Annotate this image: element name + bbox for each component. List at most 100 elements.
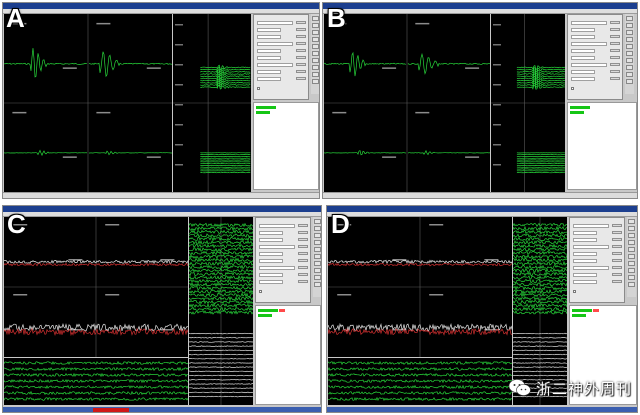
parameter-button[interactable]	[296, 77, 306, 80]
selected-channel-row[interactable]	[258, 314, 272, 317]
parameter-field[interactable]	[259, 224, 295, 228]
parameter-button[interactable]	[610, 56, 620, 59]
parameter-field[interactable]	[259, 231, 283, 235]
panel-b-button-column[interactable]	[625, 14, 634, 94]
parameter-field[interactable]	[259, 273, 283, 277]
toolbar-button[interactable]	[628, 261, 635, 266]
parameter-button[interactable]	[610, 28, 620, 31]
panel-a-button-column[interactable]	[311, 14, 319, 94]
parameter-field[interactable]	[571, 56, 595, 60]
parameter-field[interactable]	[573, 266, 609, 270]
parameter-field[interactable]	[571, 35, 595, 39]
parameter-field[interactable]	[257, 77, 281, 81]
parameter-field[interactable]	[259, 252, 283, 256]
parameter-field[interactable]	[571, 49, 595, 53]
selected-channel-row[interactable]	[572, 314, 586, 317]
toolbar-button[interactable]	[626, 51, 633, 56]
toolbar-button[interactable]	[626, 44, 633, 49]
parameter-field[interactable]	[257, 42, 293, 46]
parameter-field[interactable]	[573, 224, 609, 228]
toolbar-button[interactable]	[312, 37, 319, 42]
toolbar-button[interactable]	[628, 282, 635, 287]
parameter-button[interactable]	[296, 42, 306, 45]
toolbar-button[interactable]	[628, 240, 635, 245]
panel-b-control-panel[interactable]	[567, 14, 623, 100]
toolbar-button[interactable]	[628, 226, 635, 231]
parameter-button[interactable]	[296, 70, 306, 73]
parameter-field[interactable]	[573, 252, 597, 256]
parameter-button[interactable]	[296, 56, 306, 59]
parameter-field[interactable]	[573, 231, 597, 235]
parameter-button[interactable]	[610, 77, 620, 80]
parameter-button[interactable]	[612, 231, 622, 234]
parameter-button[interactable]	[610, 42, 620, 45]
parameter-button[interactable]	[612, 252, 622, 255]
parameter-button[interactable]	[612, 245, 622, 248]
selected-channel-row[interactable]	[256, 111, 270, 114]
parameter-button[interactable]	[296, 28, 306, 31]
panel-d-button-column[interactable]	[627, 217, 636, 297]
selected-channel-row[interactable]	[572, 309, 592, 312]
parameter-field[interactable]	[573, 245, 609, 249]
toolbar-button[interactable]	[312, 58, 319, 63]
toolbar-button[interactable]	[314, 268, 321, 273]
selected-channel-row[interactable]	[570, 111, 584, 114]
toolbar-button[interactable]	[314, 254, 321, 259]
parameter-field[interactable]	[257, 28, 281, 32]
panel-c-button-column[interactable]	[313, 217, 321, 297]
parameter-field[interactable]	[571, 21, 607, 25]
parameter-field[interactable]	[259, 238, 283, 242]
parameter-field[interactable]	[571, 70, 595, 74]
toolbar-button[interactable]	[626, 30, 633, 35]
panel-a-control-panel[interactable]	[253, 14, 309, 100]
toolbar-button[interactable]	[312, 30, 319, 35]
parameter-field[interactable]	[257, 70, 281, 74]
toolbar-button[interactable]	[626, 65, 633, 70]
toolbar-button[interactable]	[626, 58, 633, 63]
parameter-button[interactable]	[298, 245, 308, 248]
toolbar-button[interactable]	[314, 282, 321, 287]
option-checkbox[interactable]	[257, 87, 260, 90]
toolbar-button[interactable]	[626, 23, 633, 28]
panel-a-channel-list[interactable]	[253, 102, 319, 190]
parameter-field[interactable]	[259, 259, 283, 263]
toolbar-button[interactable]	[312, 65, 319, 70]
parameter-field[interactable]	[571, 77, 595, 81]
parameter-field[interactable]	[257, 21, 293, 25]
panel-c-channel-list[interactable]	[255, 305, 321, 405]
parameter-button[interactable]	[298, 231, 308, 234]
parameter-button[interactable]	[296, 35, 306, 38]
alarm-channel-row[interactable]	[593, 309, 599, 312]
panel-b-channel-list[interactable]	[567, 102, 637, 190]
parameter-button[interactable]	[296, 49, 306, 52]
toolbar-button[interactable]	[628, 254, 635, 259]
parameter-field[interactable]	[571, 28, 595, 32]
toolbar-button[interactable]	[628, 247, 635, 252]
parameter-button[interactable]	[610, 49, 620, 52]
parameter-button[interactable]	[298, 273, 308, 276]
toolbar-button[interactable]	[628, 219, 635, 224]
parameter-button[interactable]	[296, 63, 306, 66]
parameter-field[interactable]	[573, 238, 597, 242]
parameter-button[interactable]	[610, 35, 620, 38]
parameter-button[interactable]	[612, 266, 622, 269]
parameter-button[interactable]	[612, 273, 622, 276]
parameter-button[interactable]	[612, 224, 622, 227]
parameter-button[interactable]	[298, 266, 308, 269]
toolbar-button[interactable]	[312, 16, 319, 21]
toolbar-button[interactable]	[314, 275, 321, 280]
parameter-field[interactable]	[259, 245, 295, 249]
toolbar-button[interactable]	[314, 226, 321, 231]
parameter-button[interactable]	[298, 259, 308, 262]
parameter-field[interactable]	[257, 56, 281, 60]
parameter-button[interactable]	[610, 70, 620, 73]
toolbar-button[interactable]	[312, 79, 319, 84]
parameter-button[interactable]	[612, 238, 622, 241]
toolbar-button[interactable]	[312, 44, 319, 49]
parameter-field[interactable]	[571, 42, 607, 46]
parameter-field[interactable]	[259, 280, 283, 284]
parameter-field[interactable]	[257, 35, 281, 39]
parameter-button[interactable]	[298, 280, 308, 283]
alarm-channel-row[interactable]	[279, 309, 285, 312]
toolbar-button[interactable]	[626, 79, 633, 84]
